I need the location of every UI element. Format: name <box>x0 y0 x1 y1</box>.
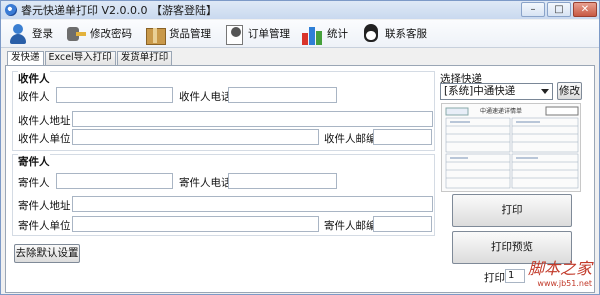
receiver-name-label: 收件人 <box>18 91 50 103</box>
watermark: 脚本之家 www.jb51.net <box>528 255 592 288</box>
receiver-company-input[interactable] <box>72 129 319 145</box>
receiver-postcode-label: 收件人邮编 <box>324 133 377 145</box>
sender-phone-input[interactable] <box>228 173 337 189</box>
receiver-phone-input[interactable] <box>228 87 337 103</box>
waybill-preview: 中通速递详情单 <box>441 103 581 192</box>
statistics-label: 统计 <box>327 28 348 40</box>
watermark-main: 脚本之家 <box>527 259 592 278</box>
sender-name-label: 寄件人 <box>18 177 50 189</box>
sender-postcode-label: 寄件人邮编 <box>324 220 377 232</box>
maximize-button[interactable]: □ <box>547 2 571 17</box>
print-button[interactable]: 打印 <box>452 194 572 227</box>
copies-spinner[interactable]: 1 <box>505 269 525 283</box>
tab-panel: 收件人 收件人 收件人电话 收件人地址 收件人单位 收件人邮编 寄件人 寄件人 … <box>5 65 595 293</box>
minimize-button[interactable]: – <box>521 2 545 17</box>
sender-phone-label: 寄件人电话 <box>179 177 232 189</box>
goods-management-button[interactable]: 货品管理 <box>144 21 211 47</box>
sender-name-input[interactable] <box>56 173 173 189</box>
change-password-button[interactable]: 修改密码 <box>65 21 132 47</box>
receiver-name-input[interactable] <box>56 87 173 103</box>
clear-defaults-button[interactable]: 去除默认设置 <box>14 244 80 263</box>
receiver-company-label: 收件人单位 <box>18 133 71 145</box>
sender-group-title: 寄件人 <box>18 154 50 169</box>
goods-management-label: 货品管理 <box>169 28 211 40</box>
sender-address-label: 寄件人地址 <box>18 200 71 212</box>
change-password-label: 修改密码 <box>90 28 132 40</box>
login-button[interactable]: 登录 <box>7 21 53 47</box>
chevron-down-icon <box>541 89 549 94</box>
app-icon <box>5 4 17 16</box>
receiver-postcode-input[interactable] <box>373 129 432 145</box>
stats-icon <box>302 23 324 45</box>
receiver-group-title: 收件人 <box>18 71 50 86</box>
contact-support-label: 联系客服 <box>385 28 427 40</box>
courier-select-value: [系统]中通快递 <box>444 85 516 97</box>
waybill-preview-image: 中通速递详情单 <box>442 104 580 191</box>
qq-icon <box>360 23 382 45</box>
receiver-address-input[interactable] <box>72 111 433 127</box>
receiver-address-label: 收件人地址 <box>18 115 71 127</box>
statistics-button[interactable]: 统计 <box>302 21 348 47</box>
contact-support-button[interactable]: 联系客服 <box>360 21 427 47</box>
sender-company-input[interactable] <box>72 216 319 232</box>
key-icon <box>65 23 87 45</box>
close-button[interactable]: ✕ <box>573 2 597 17</box>
tab-strip: 发快递 Excel导入打印 发货单打印 <box>7 51 173 66</box>
copies-label: 打印 <box>484 272 505 284</box>
title-bar[interactable]: 睿元快递单打印 V2.0.0.0 【游客登陆】 – □ ✕ <box>1 1 599 19</box>
order-management-label: 订单管理 <box>248 28 290 40</box>
courier-select[interactable]: [系统]中通快递 <box>440 83 553 100</box>
sender-group: 寄件人 寄件人 寄件人电话 寄件人地址 寄件人单位 寄件人邮编 <box>12 154 435 236</box>
box-icon <box>144 23 166 45</box>
sender-postcode-input[interactable] <box>373 216 432 232</box>
toolbar: 登录 修改密码 货品管理 订单管理 统计 联系客服 <box>1 20 599 48</box>
main-window: 睿元快递单打印 V2.0.0.0 【游客登陆】 – □ ✕ 登录 修改密码 货品… <box>0 0 600 295</box>
waybill-title: 中通速递详情单 <box>480 107 522 115</box>
watermark-url: www.jb51.net <box>537 279 592 288</box>
order-management-button[interactable]: 订单管理 <box>223 21 290 47</box>
tab-invoice-print[interactable]: 发货单打印 <box>116 51 173 65</box>
copies-value: 1 <box>508 270 515 281</box>
tab-send-express[interactable]: 发快递 <box>7 51 44 66</box>
receiver-phone-label: 收件人电话 <box>179 91 232 103</box>
order-icon <box>223 23 245 45</box>
window-title: 睿元快递单打印 V2.0.0.0 【游客登陆】 <box>21 4 218 17</box>
receiver-group: 收件人 收件人 收件人电话 收件人地址 收件人单位 收件人邮编 <box>12 71 435 151</box>
edit-courier-button[interactable]: 修改 <box>557 82 582 100</box>
tab-excel-import[interactable]: Excel导入打印 <box>44 51 116 65</box>
sender-address-input[interactable] <box>72 196 433 212</box>
sender-company-label: 寄件人单位 <box>18 220 71 232</box>
login-label: 登录 <box>32 28 53 40</box>
user-icon <box>7 23 29 45</box>
